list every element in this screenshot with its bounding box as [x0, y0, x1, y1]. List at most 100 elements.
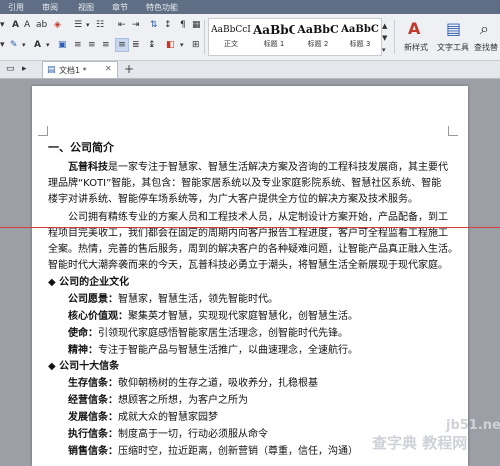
line-spacing-icon[interactable]: ↨ [148, 39, 156, 51]
bullets-icon[interactable]: ☰ [74, 19, 82, 31]
item-label: 使命： [68, 328, 98, 339]
margin-corner-mark [448, 126, 458, 136]
item-text: 智慧家，智慧生活，领先智能时代。 [118, 294, 278, 305]
item-text: 敬仰朝杨树的生存之道，吸收养分，扎稳根基 [118, 378, 318, 389]
style-heading-1[interactable]: AaBbC 标题 1 [253, 21, 295, 53]
paragraph-line: 公司拥有精练专业的方案人员和工程技术人员，从定制设计方案开始，产品配备，到工 [68, 212, 448, 223]
highlight-icon[interactable]: ✎ [10, 39, 18, 51]
style-normal[interactable]: AaBbCcI 正文 [211, 21, 251, 53]
new-style-icon: A [408, 19, 421, 38]
new-style-label: 新样式 [404, 43, 428, 52]
font-color-icon[interactable]: A [34, 39, 41, 51]
paragraph-borders-icon[interactable]: ⊞ [192, 39, 200, 51]
item-label: 经营信条： [68, 395, 118, 406]
item-label: 公司愿景： [68, 294, 118, 305]
tab-document-1[interactable]: ▤ 文档1 * ✕ [42, 61, 118, 78]
sort-icon[interactable]: ↕ [164, 19, 172, 31]
text-run: 是一家专注于智慧家、智慧生活解决方案及咨询的工程科技发展商，其主要代 [108, 162, 448, 173]
item-label: 精神： [68, 345, 98, 356]
style-scroll-up-icon[interactable]: ▲ [382, 20, 387, 32]
text-tools-icon: ▤ [446, 19, 462, 38]
change-case-icon[interactable]: ab [36, 19, 47, 31]
find-replace-label: 查找替 [474, 43, 498, 52]
toolbar-divider [204, 20, 205, 54]
numbering-icon[interactable]: ☷ [96, 19, 104, 31]
ribbon-toolbar: ▾ A A ab ◈ ☰ ▾ ☷ ⇤ ⇥ ⇅ ↕ ¶ ▦ ▾ ✎ ▾ A ▾ ▣… [0, 14, 500, 61]
paragraph-line: 楼宇对讲系统、智能停车场系统等，为广大客户提供全方位的解决方案及技术服务。 [48, 194, 418, 205]
new-tab-button[interactable]: + [124, 62, 134, 76]
menu-item-references[interactable]: 引用 [8, 2, 24, 13]
watermark-site: jb51.net [446, 418, 500, 433]
text-tools-label: 文字工具 [437, 43, 469, 52]
menu-item-review[interactable]: 审阅 [42, 2, 58, 13]
tab-scroll-icon[interactable]: ▸ [22, 63, 27, 75]
item-text: 想顾客之所想，为客户之所为 [118, 395, 248, 406]
menu-bar: 引用 审阅 视图 章节 特色功能 [0, 0, 500, 14]
show-marks-icon[interactable]: ¶ [180, 19, 186, 31]
align-right-icon[interactable]: ≡ [102, 39, 110, 51]
close-icon[interactable]: ✕ [105, 64, 112, 73]
find-replace-button[interactable]: ⌕ 查找替 [474, 18, 500, 56]
item-text: 引领现代家庭感悟智能家居生活理念，创智能时代先锋。 [98, 328, 348, 339]
grow-font-icon[interactable]: A [12, 19, 19, 31]
borders-icon[interactable]: ▦ [192, 19, 201, 31]
style-heading-2[interactable]: AaBbC 标题 2 [297, 21, 339, 53]
tab-list-icon[interactable]: ▭ [6, 63, 15, 75]
section-title: ◆ 公司的企业文化 [48, 277, 130, 288]
paragraph-line: 智能时代大潮奔袭而来的今天，瓦普科技必勇立于潮头，将智慧生活全新展现于现代家庭。 [48, 260, 448, 271]
text-tools-button[interactable]: ▤ 文字工具 [436, 18, 470, 56]
menu-item-view[interactable]: 视图 [78, 2, 94, 13]
justify-icon[interactable]: ≡ [115, 38, 129, 52]
shrink-font-icon[interactable]: A [24, 19, 30, 31]
style-heading-3[interactable]: AaBbC 标题 3 [341, 21, 379, 53]
increase-indent-icon[interactable]: ⇥ [132, 19, 140, 31]
distributed-icon[interactable]: ≣ [132, 39, 140, 51]
shading-icon[interactable]: ◧ [166, 39, 175, 51]
dropdown-icon[interactable]: ▾ [86, 19, 90, 31]
font-size-dropdown-icon[interactable]: ▾ [0, 19, 5, 31]
creed-item: 执行信条：制度高于一切，行动必须服从命令 [68, 428, 268, 442]
toolbar-divider [394, 20, 395, 54]
menu-item-features[interactable]: 特色功能 [146, 2, 178, 13]
paragraph-line: 全案。热情，完善的售后服务，周到的解决客户的各种疑难问题，让智能产品真正融入生活… [48, 244, 458, 255]
company-name: 瓦普科技 [68, 162, 108, 173]
paragraph-line: 瓦普科技是一家专注于智慧家、智慧生活解决方案及咨询的工程科技发展商，其主要代 [68, 161, 448, 175]
culture-item: 使命：引领现代家庭感悟智能家居生活理念，创智能时代先锋。 [68, 327, 348, 341]
paragraph-line: 程项目完美收工，我们都会在固定的周期内向客户报告工程进度，客户可全程监看工程施工 [48, 228, 448, 239]
text-direction-icon[interactable]: ⇅ [150, 19, 158, 31]
culture-item: 核心价值观：聚集英才智慧，实现现代家庭智慧化，创智慧生活。 [68, 310, 358, 324]
document-tab-bar: ▭ ▸ ▤ 文档1 * ✕ + [0, 61, 500, 79]
character-border-icon[interactable]: ▣ [58, 39, 67, 51]
clear-format-icon[interactable]: ◈ [54, 19, 61, 31]
item-text: 制度高于一切，行动必须服从命令 [118, 429, 268, 440]
style-scroll-down-icon[interactable]: ▼ [382, 32, 387, 44]
item-text: 专注于智能产品与智慧生活推广，以曲速理念，全速航行。 [98, 345, 358, 356]
item-text: 成就大众的智慧家园梦 [118, 412, 218, 423]
paragraph-line: 理品牌“KOTI”智能，其包含：智能家居系统以及专业家庭影院系统、智慧社区系统、… [48, 178, 442, 189]
document-icon: ▤ [47, 65, 56, 75]
item-text: 聚集英才智慧，实现现代家庭智慧化，创智慧生活。 [128, 311, 358, 322]
dropdown-icon[interactable]: ▾ [22, 39, 26, 51]
new-style-button[interactable]: A 新样式 [396, 18, 436, 56]
dropdown-icon[interactable]: ▾ [46, 39, 50, 51]
item-label: 销售信条： [68, 446, 118, 457]
document-page[interactable]: 一、公司简介 瓦普科技是一家专注于智慧家、智慧生活解决方案及咨询的工程科技发展商… [32, 86, 468, 466]
dropdown-icon[interactable]: ▾ [180, 39, 184, 51]
item-label: 生存信条： [68, 378, 118, 389]
search-icon: ⌕ [480, 19, 489, 38]
watermark-brand: 查字典 教程网 [372, 434, 468, 452]
item-label: 执行信条： [68, 429, 118, 440]
style-more-icon[interactable]: ▾ [382, 44, 386, 56]
culture-item: 公司愿景：智慧家，智慧生活，领先智能时代。 [68, 293, 278, 307]
margin-corner-mark [38, 126, 48, 136]
align-center-icon[interactable]: ≡ [88, 39, 96, 51]
section-title: ◆ 公司十大信条 [48, 361, 120, 372]
item-label: 发展信条： [68, 412, 118, 423]
decrease-indent-icon[interactable]: ⇤ [118, 19, 126, 31]
font-color-dropdown-icon[interactable]: ▾ [0, 39, 5, 51]
menu-item-chapter[interactable]: 章节 [112, 2, 128, 13]
item-label: 核心价值观： [68, 311, 128, 322]
item-text: 压缩时空，拉近距离，创新营销（尊重，信任，沟通） [118, 446, 358, 457]
tab-label: 文档1 * [59, 66, 87, 75]
align-left-icon[interactable]: ≡ [74, 39, 82, 51]
